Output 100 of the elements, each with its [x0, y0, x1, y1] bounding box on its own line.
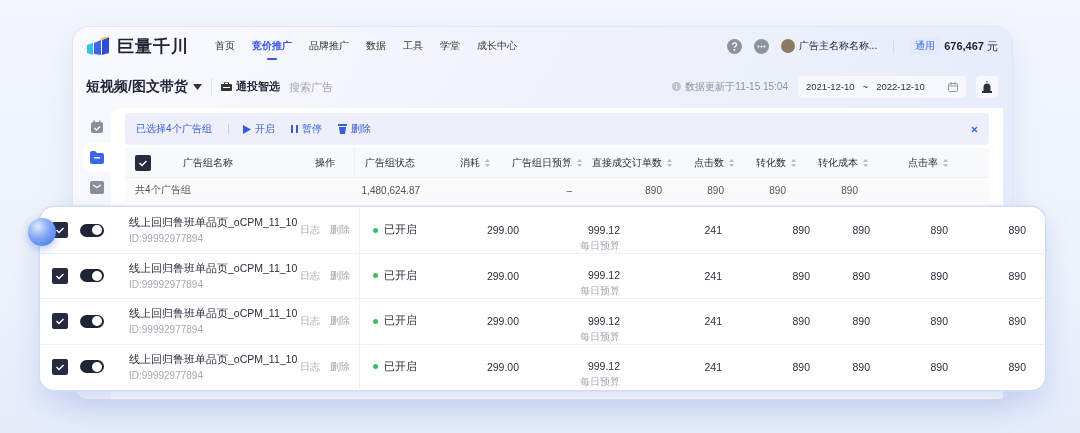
summary-value: 1,480,624.87 — [361, 184, 420, 196]
budget-value: 999.12 — [587, 360, 620, 372]
cost-value: 890 — [930, 269, 948, 282]
alarm-button[interactable] — [976, 75, 998, 98]
box-icon — [90, 180, 104, 194]
ad-group-name[interactable]: 线上回归鲁班单品页_oCPM_11_10 — [129, 307, 298, 322]
budget-value: 999.12 — [587, 269, 620, 281]
column-header[interactable]: 点击数 — [694, 155, 724, 170]
chat-icon[interactable] — [753, 38, 769, 54]
delete-button[interactable]: 删除 — [337, 122, 371, 136]
column-header[interactable]: 点击率 — [908, 155, 938, 170]
clicks-value: 890 — [792, 360, 810, 373]
orders-value: 241 — [704, 224, 722, 237]
nav-tab[interactable]: 品牌推广 — [309, 27, 349, 65]
account-badge: 通用 — [910, 37, 941, 55]
conversions-value: 890 — [852, 269, 870, 282]
status-text: 已开启 — [384, 223, 417, 238]
brand-name: 巨量千川 — [117, 35, 189, 58]
ad-group-name[interactable]: 线上回归鲁班单品页_oCPM_11_10 — [129, 261, 298, 276]
toggle-switch[interactable] — [80, 269, 104, 283]
conversions-value: 890 — [852, 224, 870, 237]
budget-note: 每日预算 — [580, 284, 620, 298]
page-title[interactable]: 短视频/图文带货 — [86, 77, 188, 96]
spend-value: 299.00 — [486, 360, 519, 373]
logo-icon — [87, 37, 111, 55]
calendar-icon — [948, 81, 958, 92]
nav-tab[interactable]: 竞价推广 — [252, 27, 292, 65]
ad-group-id: ID:99992977894 — [129, 369, 203, 381]
sphere-decoration — [28, 218, 56, 246]
summary-value: 890 — [707, 184, 724, 196]
nav-tab[interactable]: 工具 — [403, 27, 423, 65]
clicks-value: 890 — [792, 269, 810, 282]
cost-value: 890 — [930, 224, 948, 237]
folder-icon — [90, 150, 104, 164]
orders-value: 241 — [704, 315, 722, 328]
briefcase-icon — [220, 82, 232, 91]
column-header[interactable]: 转化数 — [756, 155, 786, 170]
summary-label: 共4个广告组 — [135, 183, 191, 197]
play-icon — [242, 124, 251, 134]
nav-tab[interactable]: 首页 — [215, 27, 235, 65]
clicks-value: 890 — [792, 315, 810, 328]
date-range-field[interactable]: 2021-12-10 ~ 2022-12-10 — [798, 75, 966, 98]
summary-value: 890 — [769, 184, 786, 196]
nav-tab[interactable]: 成长中心 — [477, 27, 517, 65]
summary-value: – — [566, 184, 572, 196]
spend-value: 299.00 — [486, 224, 519, 237]
mode-button[interactable]: 通投智选 — [220, 79, 280, 94]
ad-group-id: ID:99992977894 — [129, 278, 203, 290]
conversions-value: 890 — [852, 315, 870, 328]
pause-button[interactable]: 暂停 — [290, 122, 322, 136]
budget-note: 每日预算 — [580, 329, 620, 344]
column-header: 广告组状态 — [365, 155, 415, 170]
column-header: 广告组名称 — [183, 155, 233, 170]
account-name[interactable]: 广告主名称名称... — [798, 39, 878, 53]
help-icon[interactable] — [726, 38, 742, 54]
ad-group-name[interactable]: 线上回归鲁班单品页_oCPM_11_10 — [129, 352, 298, 367]
nav-tab[interactable]: 学堂 — [440, 27, 460, 65]
spend-value: 299.00 — [486, 315, 519, 328]
selection-count: 已选择4个广告组 — [136, 122, 212, 136]
row-checkbox[interactable] — [52, 358, 68, 375]
info-icon — [672, 82, 682, 91]
ctr-value: 890 — [1008, 224, 1026, 237]
budget-value: 999.12 — [587, 314, 620, 327]
toggle-switch[interactable] — [80, 314, 104, 328]
cost-value: 890 — [930, 360, 948, 373]
orders-value: 241 — [704, 360, 722, 373]
search-field[interactable]: 搜索广告 — [288, 80, 359, 93]
row-checkbox[interactable] — [52, 313, 68, 330]
select-all-checkbox[interactable] — [135, 154, 151, 171]
ad-group-id: ID:99992977894 — [129, 233, 203, 245]
toggle-switch[interactable] — [80, 223, 104, 237]
ad-group-name[interactable]: 线上回归鲁班单品页_oCPM_11_10 — [129, 216, 298, 231]
close-icon[interactable] — [971, 125, 978, 133]
play-button[interactable]: 开启 — [242, 122, 275, 136]
trash-icon — [337, 124, 347, 134]
caret-icon[interactable] — [192, 83, 202, 90]
alarm-icon — [981, 80, 993, 93]
toggle-switch[interactable] — [80, 360, 104, 374]
column-header[interactable]: 消耗 — [460, 155, 480, 170]
update-note: 数据更新于11-15 15:04 — [685, 79, 788, 94]
budget-note: 每日预算 — [580, 238, 620, 253]
spend-value: 299.00 — [486, 269, 519, 282]
nav-tab[interactable]: 数据 — [366, 27, 386, 65]
budget-note: 每日预算 — [580, 375, 620, 389]
column-header[interactable]: 直接成交订单数 — [592, 155, 662, 170]
column-header: 操作 — [315, 155, 335, 170]
avatar[interactable] — [780, 39, 795, 53]
orders-value: 241 — [704, 269, 722, 282]
column-header[interactable]: 广告组日预算 — [512, 155, 572, 170]
ctr-value: 890 — [1008, 269, 1026, 282]
budget-value: 999.12 — [587, 223, 620, 236]
cost-value: 890 — [930, 315, 948, 328]
sidebar-item[interactable] — [83, 142, 111, 172]
row-checkbox[interactable] — [52, 267, 68, 284]
ctr-value: 890 — [1008, 315, 1026, 328]
ad-group-id: ID:99992977894 — [129, 324, 203, 336]
conversions-value: 890 — [852, 360, 870, 373]
column-header[interactable]: 转化成本 — [818, 155, 858, 170]
status-text: 已开启 — [384, 268, 417, 283]
summary-value: 890 — [841, 184, 858, 196]
